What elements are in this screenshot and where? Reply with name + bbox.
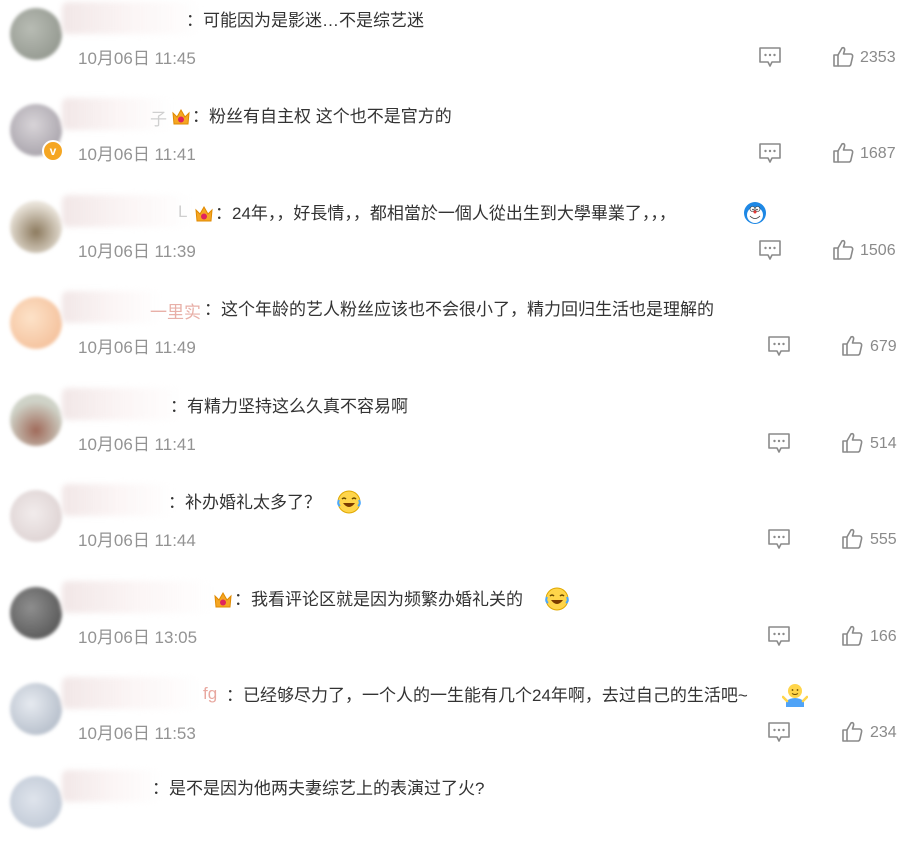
like-icon[interactable] — [841, 335, 863, 357]
like-icon[interactable] — [841, 721, 863, 743]
like-count: 514 — [870, 435, 897, 452]
reply-icon[interactable] — [767, 528, 791, 550]
username[interactable] — [62, 770, 162, 802]
comment-text: ：是不是因为他两夫妻综艺上的表演过了火? — [152, 779, 485, 798]
comment-item: v 子 ：粉丝有自主权 这个也不是官方的 10月06日 11:41 1687 — [0, 98, 915, 194]
like-count: 679 — [870, 338, 897, 355]
username[interactable] — [62, 2, 202, 34]
comment-item: ：有精力坚持这么久真不容易啊 10月06日 11:41 514 — [0, 388, 915, 484]
comment-item: L ：24年，，好長情，，都相當於一個人從出生到大學畢業了，，， 10月06日 … — [0, 195, 915, 291]
comment-item: fg ：已经够尽力了，一个人的一生能有几个24年啊，去过自己的生活吧~ 10月0… — [0, 677, 915, 773]
comment-item: 一里实 ：这个年龄的艺人粉丝应该也不会很小了，精力回归生活也是理解的 10月06… — [0, 291, 915, 387]
comment-item: ：可能因为是影迷…不是综艺迷 10月06日 11:45 2353 — [0, 2, 915, 98]
avatar[interactable] — [10, 683, 62, 735]
comment-text: ：已经够尽力了，一个人的一生能有几个24年啊，去过自己的生活吧~ — [226, 686, 748, 705]
comment-time: 10月06日 11:39 — [78, 242, 196, 261]
avatar[interactable] — [10, 297, 62, 349]
comment-item: ：补办婚礼太多了？ 10月06日 11:44 555 — [0, 484, 915, 580]
comment-text: ：24年，，好長情，，都相當於一個人從出生到大學畢業了，，， — [215, 204, 676, 223]
like-count: 1687 — [860, 145, 896, 162]
comment-item: ：我看评论区就是因为频繁办婚礼关的 10月06日 13:05 166 — [0, 581, 915, 677]
like-icon[interactable] — [832, 46, 854, 68]
like-icon[interactable] — [841, 625, 863, 647]
reply-icon[interactable] — [758, 239, 782, 261]
comment-time: 10月06日 11:49 — [78, 338, 196, 357]
comment-time: 10月06日 11:53 — [78, 724, 196, 743]
crown-icon — [213, 591, 233, 609]
username[interactable] — [62, 484, 172, 516]
comment-text: ：我看评论区就是因为频繁办婚礼关的 — [234, 590, 523, 609]
comment-time: 10月06日 11:45 — [78, 49, 196, 68]
like-count: 1506 — [860, 242, 896, 259]
avatar[interactable] — [10, 8, 62, 60]
reply-icon[interactable] — [758, 46, 782, 68]
reply-icon[interactable] — [767, 721, 791, 743]
reply-icon[interactable] — [767, 335, 791, 357]
reply-icon[interactable] — [767, 432, 791, 454]
username-tail: fg — [203, 684, 218, 703]
username-tail: 一里实 — [150, 303, 201, 322]
like-count: 555 — [870, 531, 897, 548]
shrug-emoji — [782, 683, 808, 707]
like-icon[interactable] — [841, 432, 863, 454]
reply-icon[interactable] — [758, 142, 782, 164]
crown-icon — [194, 205, 214, 223]
laugh-cry-emoji — [545, 587, 569, 611]
comment-item: ：是不是因为他两夫妻综艺上的表演过了火? — [0, 770, 915, 866]
username-tail: 子 — [150, 110, 167, 129]
username[interactable] — [62, 291, 162, 323]
username[interactable] — [62, 677, 202, 709]
avatar[interactable] — [10, 201, 62, 253]
laugh-cry-emoji — [337, 490, 361, 514]
username-tail: L — [178, 202, 188, 221]
comment-text: ：可能因为是影迷…不是综艺迷 — [186, 11, 424, 30]
comment-text: ：有精力坚持这么久真不容易啊 — [170, 397, 408, 416]
comment-text: ：粉丝有自主权 这个也不是官方的 — [192, 107, 452, 126]
avatar[interactable] — [10, 776, 62, 828]
crown-icon — [171, 108, 191, 126]
reply-icon[interactable] — [767, 625, 791, 647]
comment-time: 10月06日 11:41 — [78, 435, 196, 454]
comment-text: ：这个年龄的艺人粉丝应该也不会很小了，精力回归生活也是理解的 — [204, 300, 714, 319]
comment-time: 10月06日 11:41 — [78, 145, 196, 164]
avatar[interactable] — [10, 587, 62, 639]
comment-time: 10月06日 11:44 — [78, 531, 196, 550]
avatar[interactable] — [10, 394, 62, 446]
username[interactable] — [62, 581, 212, 613]
comment-time: 10月06日 13:05 — [78, 628, 198, 647]
like-icon[interactable] — [841, 528, 863, 550]
like-icon[interactable] — [832, 142, 854, 164]
verified-badge-icon: v — [42, 140, 64, 162]
like-count: 2353 — [860, 49, 896, 66]
like-count: 166 — [870, 628, 897, 645]
comment-text: ：补办婚礼太多了？ — [168, 493, 321, 512]
like-count: 234 — [870, 724, 897, 741]
avatar[interactable] — [10, 490, 62, 542]
username[interactable] — [62, 388, 182, 420]
doraemon-emoji — [743, 201, 767, 225]
like-icon[interactable] — [832, 239, 854, 261]
username[interactable] — [62, 195, 192, 227]
